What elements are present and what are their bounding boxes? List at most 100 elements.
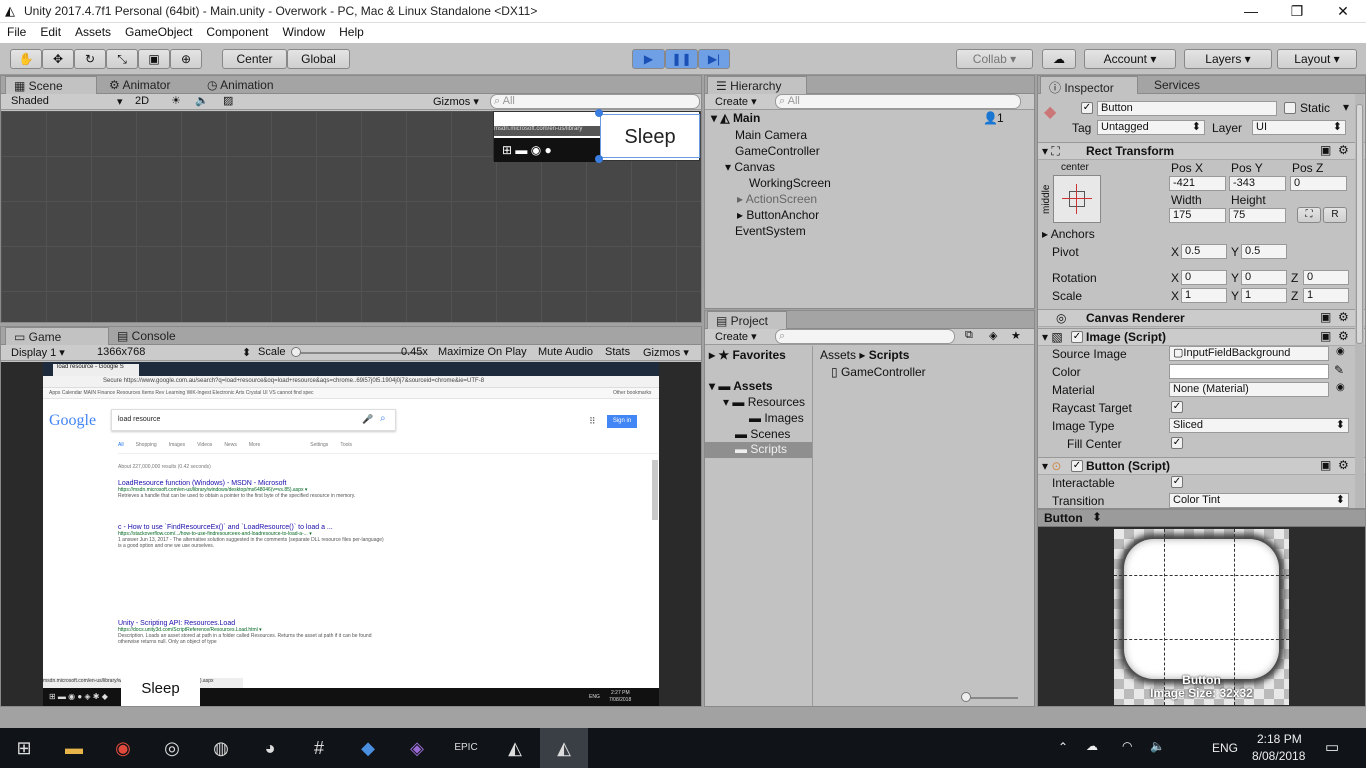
app-circle-icon[interactable]: ◎ [148,728,196,768]
favorite-star-icon[interactable]: ★ [1011,329,1021,342]
apps-grid-icon[interactable]: ⠿ [589,416,596,427]
nav-tools[interactable]: Tools [340,442,352,448]
project-zoom-slider[interactable] [963,697,1018,699]
transition-dropdown[interactable]: Color Tint ⬍ [1169,493,1349,508]
gizmos-dropdown[interactable]: Gizmos ▾ [433,95,479,108]
nav-shopping[interactable]: Shopping [136,442,157,448]
scene-handle-bottom[interactable] [595,155,603,163]
raw-edit-button[interactable]: R [1323,207,1347,223]
maps-icon[interactable]: ◆ [344,728,392,768]
scale-z-input[interactable]: 1 [1303,288,1349,303]
scale-y-input[interactable]: 1 [1241,288,1287,303]
google-search-icon[interactable]: ⌕ [380,413,386,424]
pos-x-input[interactable]: -421 [1169,176,1226,191]
rotation-z-input[interactable]: 0 [1303,270,1349,285]
stats-toggle[interactable]: Stats [605,346,630,358]
result-title[interactable]: Unity - Scripting API: Resources.Load [118,620,388,627]
favorites-row[interactable]: ▸ ★ Favorites [709,348,786,362]
menu-assets[interactable]: Assets [68,23,118,41]
button-script-header[interactable]: ▾ ⊙ ✓ Button (Script) ▣ ⚙ [1038,457,1365,475]
file-explorer-icon[interactable]: ▬ [50,728,98,768]
notifications-icon[interactable]: ▭ [1325,738,1339,756]
menu-window[interactable]: Window [275,23,332,41]
help-icon[interactable]: ▣ [1320,329,1331,343]
result-title[interactable]: LoadResource function (Windows) - MSDN -… [118,480,388,487]
unity-editor-icon[interactable]: ◭ [540,728,588,768]
onedrive-icon[interactable]: ☁ [1086,739,1098,753]
static-dropdown-icon[interactable]: ▾ [1343,100,1349,114]
game-view[interactable]: load resource - Google S Secure https://… [1,362,701,706]
collab-button[interactable]: Collab ▾ [956,49,1033,69]
game-gizmos-dropdown[interactable]: Gizmos ▾ [643,346,689,359]
pivot-center-button[interactable]: Center [222,49,287,69]
google-search-input[interactable]: load resource 🎤 ⌕ [111,409,396,431]
static-checkbox[interactable] [1284,102,1296,114]
2d-toggle[interactable]: 2D [135,95,149,107]
nav-all[interactable]: All [118,442,124,448]
browser-url[interactable]: Secure https://www.google.com.au/search?… [103,378,484,384]
tab-console[interactable]: ▤ Console [109,327,184,345]
help-icon[interactable]: ▣ [1320,143,1331,157]
google-sign-in-button[interactable]: Sign in [607,415,637,428]
tag-dropdown[interactable]: Untagged ⬍ [1097,120,1205,135]
width-input[interactable]: 175 [1169,208,1226,223]
file-gamecontroller[interactable]: ▯ GameController [831,365,926,379]
epic-games-icon[interactable]: EPIC [442,728,490,768]
settings-gear-icon[interactable]: ⚙ [1338,329,1349,343]
hierarchy-item-actionscreen[interactable]: ▸ ActionScreen [737,192,817,206]
discord-icon[interactable]: ◕ [246,728,294,768]
settings-gear-icon[interactable]: ⚙ [1338,143,1349,157]
hierarchy-item-buttonanchor[interactable]: ▸ ButtonAnchor [737,208,819,222]
image-type-dropdown[interactable]: Sliced ⬍ [1169,418,1349,433]
color-swatch[interactable] [1169,364,1329,379]
pos-y-input[interactable]: -343 [1229,176,1286,191]
scale-x-input[interactable]: 1 [1181,288,1227,303]
preview-header[interactable]: Button ⬍ [1038,510,1365,527]
volume-icon[interactable]: 🔈 [1150,739,1165,753]
anchor-preset-button[interactable] [1053,175,1101,223]
visual-studio-icon[interactable]: ◈ [393,728,441,768]
folder-scripts[interactable]: ▬ Scripts [705,442,812,458]
google-logo[interactable]: Google [49,412,96,430]
audio-icon[interactable]: 🔈 [195,94,209,107]
mute-audio-toggle[interactable]: Mute Audio [538,346,593,358]
clock-time[interactable]: 2:18 PM [1257,732,1302,746]
cloud-button[interactable]: ☁ [1042,49,1076,69]
chrome-icon[interactable]: ◉ [99,728,147,768]
eyedropper-icon[interactable]: ✎ [1334,363,1344,377]
hierarchy-create-button[interactable]: Create ▾ [715,95,757,108]
menu-help[interactable]: Help [332,23,371,41]
unity-hub-icon[interactable]: ◭ [491,728,539,768]
mic-icon[interactable]: 🎤 [362,414,373,425]
effects-icon[interactable]: ▨ [223,94,233,107]
pivot-x-input[interactable]: 0.5 [1181,244,1227,259]
breadcrumb-scripts[interactable]: Scripts [869,348,910,362]
rotate-tool-icon[interactable]: ↻ [74,49,106,69]
layer-dropdown[interactable]: UI ⬍ [1252,120,1346,135]
scene-view[interactable]: msdn.microsoft.com/en-us/library ⊞ ▬ ◉ ●… [1,109,701,322]
hierarchy-item-canvas[interactable]: ▾ Canvas [725,160,775,174]
close-button[interactable]: ✕ [1320,0,1366,23]
tray-overflow-icon[interactable]: ⌃ [1058,740,1068,754]
pivot-global-button[interactable]: Global [287,49,350,69]
source-image-field[interactable]: ▢InputFieldBackground [1169,346,1329,361]
interactable-checkbox[interactable]: ✓ [1171,476,1183,488]
tab-project[interactable]: ▤ Project [707,311,787,329]
inspector-scrollbar[interactable] [1355,94,1364,508]
layout-button[interactable]: Layout ▾ [1277,49,1357,69]
button-enabled-checkbox[interactable]: ✓ [1071,460,1083,472]
help-icon[interactable]: ▣ [1320,310,1331,324]
menu-edit[interactable]: Edit [33,23,68,41]
nav-images[interactable]: Images [169,442,185,448]
scene-root-row[interactable]: ▾ ◭ Main 👤 1 [711,111,1029,127]
tab-services[interactable]: Services [1146,76,1208,94]
nav-settings[interactable]: Settings [310,442,328,448]
hierarchy-item-gamecontroller[interactable]: GameController [735,144,820,158]
tab-hierarchy[interactable]: ☰ Hierarchy [707,76,807,94]
nav-videos[interactable]: Videos [197,442,212,448]
menu-component[interactable]: Component [199,23,275,41]
browser-other-bookmarks[interactable]: Other bookmarks [613,390,651,396]
maximize-on-play-toggle[interactable]: Maximize On Play [438,346,527,358]
rect-tool-icon[interactable]: ▣ [138,49,170,69]
browser-scrollbar[interactable] [652,460,658,520]
